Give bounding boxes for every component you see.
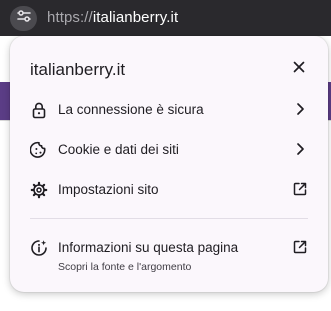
connection-secure-item[interactable]: La connessione è sicura xyxy=(10,91,328,131)
site-settings-item[interactable]: Impostazioni sito xyxy=(10,171,328,211)
close-button[interactable] xyxy=(290,60,308,78)
chevron-right-icon xyxy=(292,101,308,117)
external-link-icon xyxy=(292,239,308,255)
cookies-item[interactable]: Cookie e dati dei siti xyxy=(10,131,328,171)
chevron-right-icon xyxy=(292,141,308,157)
page-info-label: Informazioni su questa pagina xyxy=(58,240,239,255)
popup-separator xyxy=(30,218,308,219)
site-settings-label: Impostazioni sito xyxy=(58,182,159,197)
site-info-popup: italianberry.it La connessione è sicura xyxy=(10,36,328,292)
external-link-icon xyxy=(292,181,308,197)
page-info-sublabel: Scopri la fonte e l'argomento xyxy=(58,261,192,273)
cookie-icon xyxy=(29,141,48,159)
cookies-label: Cookie e dati dei siti xyxy=(58,142,179,157)
tune-icon xyxy=(16,9,32,28)
popup-title: italianberry.it xyxy=(30,60,126,79)
address-bar: https://italianberry.it xyxy=(0,0,331,36)
connection-secure-label: La connessione è sicura xyxy=(58,102,204,117)
url-field[interactable]: https://italianberry.it xyxy=(47,9,178,26)
info-spark-icon xyxy=(30,239,48,257)
url-host: italianberry.it xyxy=(92,9,179,26)
site-info-button[interactable] xyxy=(10,6,37,31)
url-scheme: https:// xyxy=(47,9,93,26)
close-icon xyxy=(293,60,305,78)
lock-icon xyxy=(30,101,48,119)
gear-icon xyxy=(30,181,48,199)
